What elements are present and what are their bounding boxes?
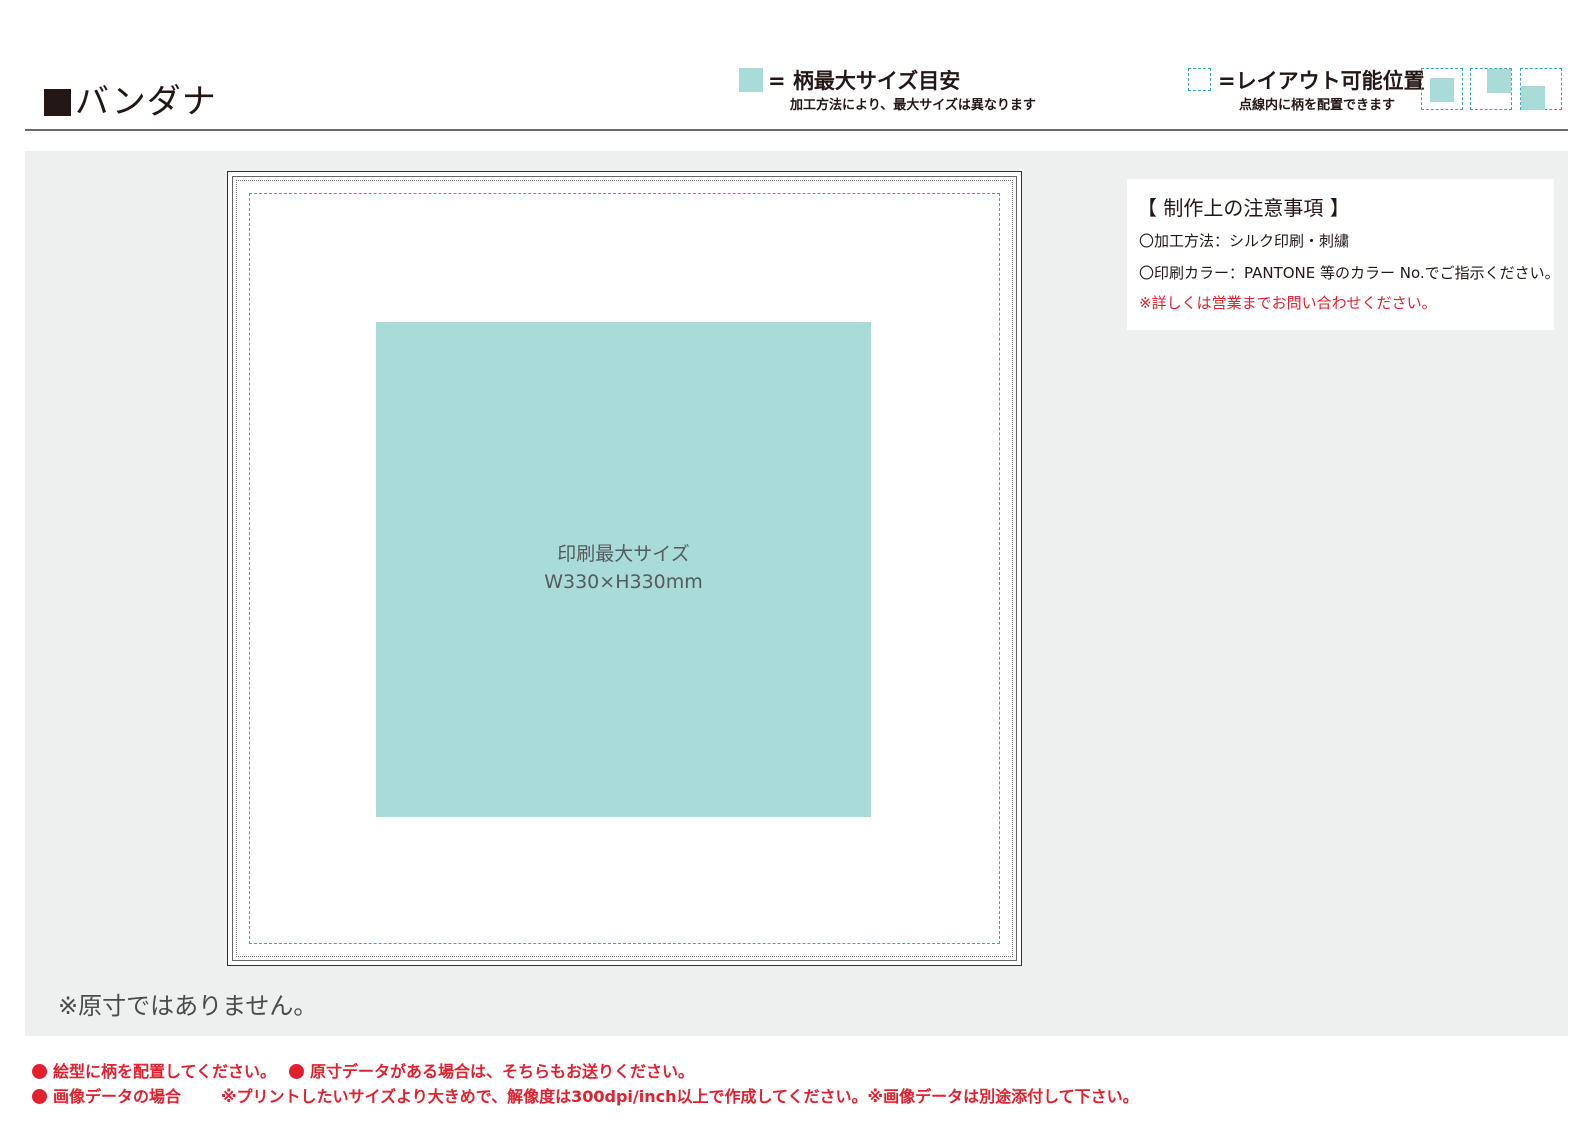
page-title-text: バンダナ bbox=[75, 82, 217, 122]
layout-position-fill bbox=[1487, 69, 1511, 93]
note-print-color: 〇印刷カラー：PANTONE 等のカラー No.でご指示ください。 bbox=[1139, 264, 1560, 282]
footer-item-text: 原寸データがある場合は、そちらもお送りください。 bbox=[310, 1062, 695, 1081]
footer-image-data-detail: ※プリントしたいサイズより大きめで、解像度は300dpi/inch以上で作成して… bbox=[221, 1087, 1139, 1106]
footer-item-text: 画像データの場合 bbox=[53, 1087, 182, 1106]
red-dot-icon bbox=[32, 1089, 47, 1104]
layout-position-center-icon bbox=[1421, 68, 1463, 110]
footer-item-place-design: 絵型に柄を配置してください。 bbox=[32, 1058, 276, 1082]
layout-position-fill bbox=[1430, 78, 1454, 102]
print-max-label-title: 印刷最大サイズ bbox=[557, 543, 690, 565]
legend-layout-title: =レイアウト可能位置 bbox=[1218, 69, 1425, 93]
legend-max-size-note: 加工方法により、最大サイズは異なります bbox=[790, 98, 1036, 113]
red-dot-icon bbox=[32, 1064, 47, 1079]
red-dot-icon bbox=[289, 1064, 304, 1079]
production-notes-title: 【 制作上の注意事項 】 bbox=[1137, 196, 1350, 220]
print-max-area-label: 印刷最大サイズ W330×H330mm bbox=[376, 540, 871, 596]
footer-item-original-data: 原寸データがある場合は、そちらもお送りください。 bbox=[289, 1058, 694, 1082]
not-actual-size-note: ※原寸ではありません。 bbox=[58, 992, 318, 1020]
footer-item-text: 絵型に柄を配置してください。 bbox=[53, 1062, 277, 1081]
dashed-box-icon bbox=[1188, 68, 1211, 91]
footer-item-image-data: 画像データの場合 bbox=[32, 1083, 181, 1107]
layout-position-top-right-icon bbox=[1470, 68, 1512, 110]
layout-position-bottom-left-icon bbox=[1520, 68, 1562, 110]
black-square-icon bbox=[44, 89, 71, 116]
max-size-swatch-icon bbox=[739, 68, 763, 92]
note-contact-sales: ※詳しくは営業までお問い合わせください。 bbox=[1139, 294, 1437, 312]
legend-layout-note: 点線内に柄を配置できます bbox=[1239, 98, 1396, 113]
print-max-label-size: W330×H330mm bbox=[544, 571, 703, 593]
header-divider bbox=[25, 129, 1568, 131]
page-title: バンダナ bbox=[44, 74, 217, 123]
legend-max-size-title: = 柄最大サイズ目安 bbox=[768, 69, 961, 93]
note-processing-method: 〇加工方法：シルク印刷・刺繍 bbox=[1139, 232, 1350, 250]
layout-position-fill bbox=[1521, 86, 1545, 110]
